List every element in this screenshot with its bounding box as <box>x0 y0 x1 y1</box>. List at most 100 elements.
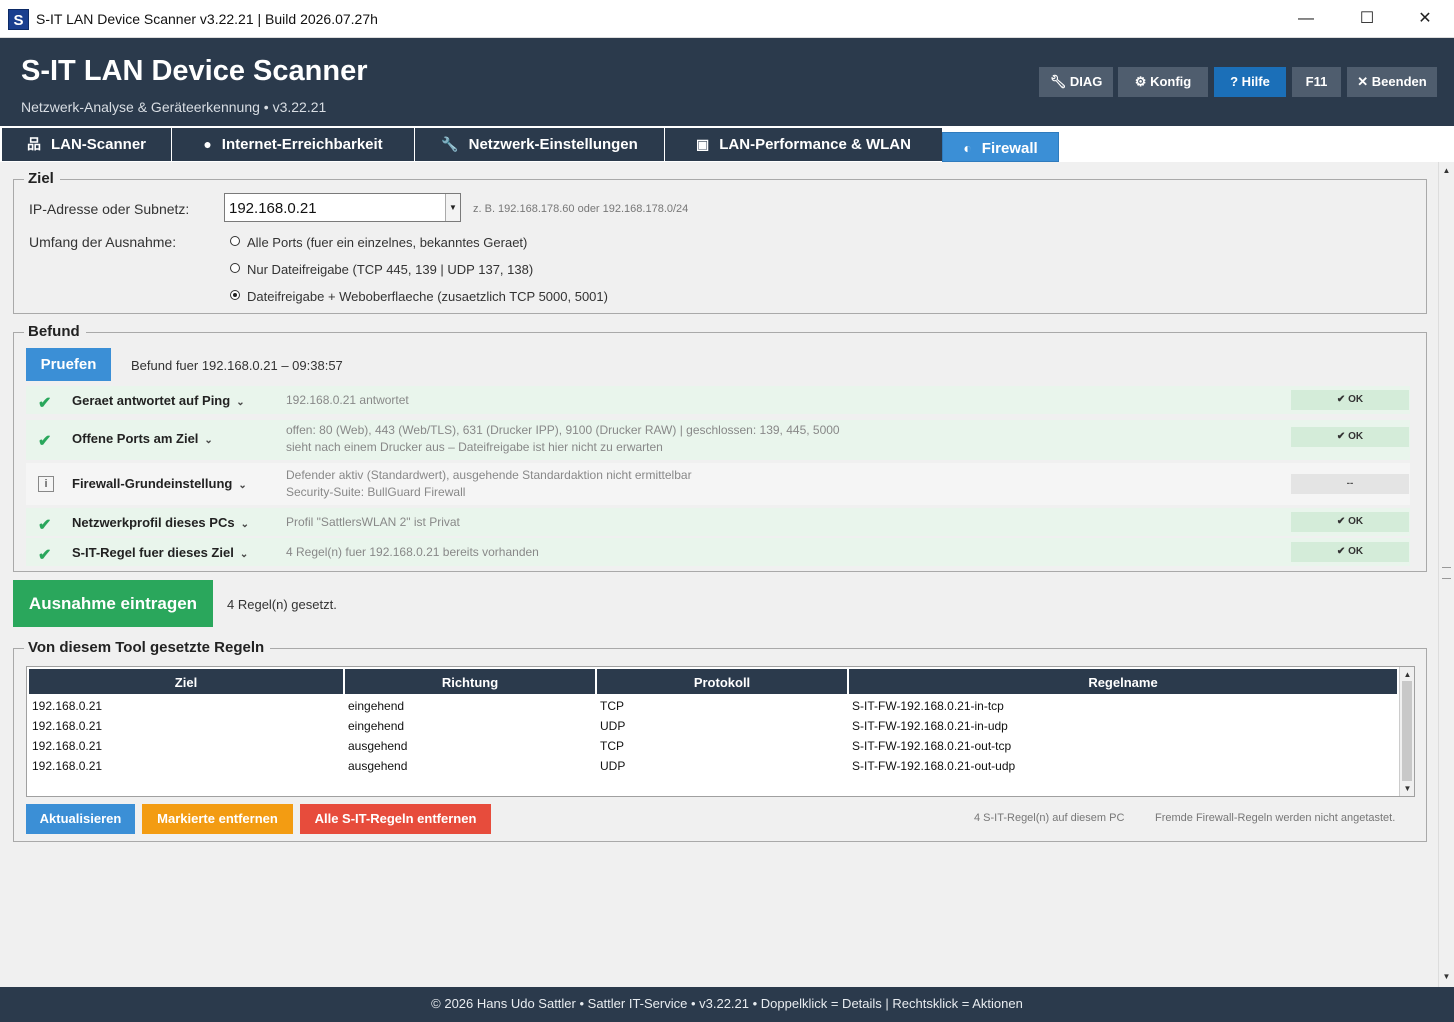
radio-file-sharing[interactable] <box>230 263 240 273</box>
scroll-up-arrow[interactable]: ▲ <box>1400 668 1415 681</box>
cell-regelname: S-IT-FW-192.168.0.21-out-udp <box>852 759 1016 773</box>
column-header-regelname[interactable]: Regelname <box>849 669 1397 694</box>
cell-protokoll: TCP <box>600 739 624 753</box>
finding-title[interactable]: Offene Ports am Ziel ⌄ <box>72 431 213 446</box>
radio-file-sharing-label[interactable]: Nur Dateifreigabe (TCP 445, 139 | UDP 13… <box>247 262 533 277</box>
cell-richtung: ausgehend <box>348 739 408 753</box>
table-row[interactable]: 192.168.0.21 ausgehend UDP S-IT-FW-192.1… <box>27 757 1397 777</box>
radio-file-sharing-web-label[interactable]: Dateifreigabe + Weboberflaeche (zusaetzl… <box>247 289 608 304</box>
column-header-ziel[interactable]: Ziel <box>29 669 343 694</box>
finding-row-network-profile[interactable]: ✔ Netzwerkprofil dieses PCs ⌄ Profil "Sat… <box>26 508 1410 536</box>
chevron-down-icon[interactable]: ▼ <box>445 194 460 221</box>
markierte-entfernen-button[interactable]: Markierte entfernen <box>142 804 293 834</box>
alle-regeln-entfernen-button[interactable]: Alle S-IT-Regeln entfernen <box>300 804 491 834</box>
pruefen-button[interactable]: Pruefen <box>26 348 111 381</box>
finding-detail: 4 Regel(n) fuer 192.168.0.21 bereits vor… <box>286 545 539 559</box>
scroll-up-arrow[interactable]: ▲ <box>1439 164 1454 177</box>
check-icon: ✔ <box>38 395 52 412</box>
chevron-down-icon[interactable]: ⌄ <box>236 397 244 408</box>
ip-input-combobox[interactable]: 192.168.0.21 ▼ <box>224 193 461 222</box>
status-badge-neutral: -- <box>1291 474 1409 494</box>
cell-richtung: eingehend <box>348 699 405 713</box>
cell-richtung: ausgehend <box>348 759 408 773</box>
finding-title[interactable]: Geraet antwortet auf Ping ⌄ <box>72 393 245 408</box>
column-header-richtung[interactable]: Richtung <box>345 669 595 694</box>
konfig-button[interactable]: ⚙ Konfig <box>1118 67 1208 97</box>
finding-detail: 192.168.0.21 antwortet <box>286 393 409 407</box>
cell-ziel: 192.168.0.21 <box>32 759 103 773</box>
app-name: S-IT LAN Device Scanner <box>21 55 368 87</box>
finding-title[interactable]: Netzwerkprofil dieses PCs ⌄ <box>72 515 249 530</box>
shield-icon: ◐ <box>963 140 972 156</box>
tab-internet-erreichbarkeit[interactable]: ● Internet-Erreichbarkeit <box>171 128 414 161</box>
chevron-down-icon[interactable]: ⌄ <box>238 480 246 491</box>
status-footer: © 2026 Hans Udo Sattler • Sattler IT-Ser… <box>0 987 1454 1022</box>
cell-richtung: eingehend <box>348 719 405 733</box>
ip-label: IP-Adresse oder Subnetz: <box>29 201 190 217</box>
finding-detail: Profil "SattlersWLAN 2" ist Privat <box>286 515 460 529</box>
chevron-down-icon[interactable]: ⌄ <box>240 549 248 560</box>
rules-count: 4 S-IT-Regel(n) auf diesem PC <box>974 812 1125 824</box>
radio-all-ports[interactable] <box>230 236 240 246</box>
info-icon: i <box>38 476 54 492</box>
scroll-down-arrow[interactable]: ▼ <box>1439 970 1454 983</box>
check-icon: ✔ <box>38 547 52 564</box>
finding-row-sit-rule[interactable]: ✔ S-IT-Regel fuer dieses Ziel ⌄ 4 Regel(n… <box>26 538 1410 566</box>
finding-title[interactable]: Firewall-Grundeinstellung ⌄ <box>72 476 247 491</box>
finding-row-ports[interactable]: ✔ Offene Ports am Ziel ⌄ offen: 80 (Web),… <box>26 420 1410 460</box>
tab-bar: 品 LAN-Scanner ● Internet-Erreichbarkeit 🔧 N… <box>0 126 1454 162</box>
wrench-icon: 🔧 <box>441 136 459 152</box>
aktualisieren-button[interactable]: Aktualisieren <box>26 804 135 834</box>
table-row[interactable]: 192.168.0.21 eingehend TCP S-IT-FW-192.1… <box>27 697 1397 717</box>
radio-all-ports-label[interactable]: Alle Ports (fuer ein einzelnes, bekannte… <box>247 235 527 250</box>
status-badge-ok: ✔ OK <box>1291 542 1409 562</box>
table-row[interactable]: 192.168.0.21 eingehend UDP S-IT-FW-192.1… <box>27 717 1397 737</box>
apply-status: 4 Regel(n) gesetzt. <box>227 597 337 612</box>
f11-button[interactable]: F11 <box>1292 67 1341 97</box>
tab-firewall[interactable]: ◐ Firewall <box>942 132 1059 162</box>
wrench-icon: 🔧︎ <box>1049 74 1070 89</box>
ziel-group-title: Ziel <box>24 170 60 187</box>
app-header: S-IT LAN Device Scanner Netzwerk-Analyse… <box>0 38 1454 126</box>
finding-row-firewall[interactable]: i Firewall-Grundeinstellung ⌄ Defender ak… <box>26 463 1410 505</box>
scroll-thumb[interactable] <box>1442 567 1451 579</box>
app-subtitle: Netzwerk-Analyse & Geräteerkennung • v3.… <box>21 99 327 115</box>
column-header-protokoll[interactable]: Protokoll <box>597 669 847 694</box>
konfig-button-label: Konfig <box>1150 74 1192 89</box>
minimize-button[interactable]: — <box>1277 0 1335 38</box>
status-badge-ok: ✔ OK <box>1291 427 1409 447</box>
chevron-down-icon[interactable]: ⌄ <box>241 519 249 530</box>
beenden-button-label: Beenden <box>1371 74 1427 89</box>
tab-netzwerk-einstellungen[interactable]: 🔧 Netzwerk-Einstellungen <box>414 128 664 161</box>
radio-file-sharing-web[interactable] <box>230 290 240 300</box>
page-scrollbar[interactable]: ▲ ▼ <box>1438 162 1454 987</box>
cell-protokoll: UDP <box>600 719 626 733</box>
finding-detail: offen: 80 (Web), 443 (Web/TLS), 631 (Dru… <box>286 423 840 454</box>
scroll-thumb[interactable] <box>1402 681 1412 781</box>
finding-title[interactable]: S-IT-Regel fuer dieses Ziel ⌄ <box>72 545 248 560</box>
cell-ziel: 192.168.0.21 <box>32 699 103 713</box>
scope-label: Umfang der Ausnahme: <box>29 234 177 250</box>
tab-lan-performance-wlan[interactable]: ▣ LAN-Performance & WLAN <box>664 128 942 161</box>
scroll-down-arrow[interactable]: ▼ <box>1400 782 1415 795</box>
gear-icon: ⚙ <box>1134 74 1151 89</box>
hilfe-button[interactable]: ? Hilfe <box>1214 67 1286 97</box>
tab-label: Netzwerk-Einstellungen <box>468 136 638 153</box>
check-icon: ✔ <box>38 517 52 534</box>
ausnahme-eintragen-button[interactable]: Ausnahme eintragen <box>13 580 213 627</box>
tab-lan-scanner[interactable]: 品 LAN-Scanner <box>1 128 171 161</box>
table-scrollbar[interactable]: ▲ ▼ <box>1399 667 1414 796</box>
maximize-button[interactable]: ☐ <box>1338 0 1396 38</box>
tab-label: LAN-Performance & WLAN <box>719 136 911 153</box>
close-window-button[interactable]: ✕ <box>1396 0 1454 38</box>
finding-row-ping[interactable]: ✔ Geraet antwortet auf Ping ⌄ 192.168.0.2… <box>26 386 1410 414</box>
beenden-button[interactable]: ✕ Beenden <box>1347 67 1437 97</box>
cell-ziel: 192.168.0.21 <box>32 739 103 753</box>
status-badge-ok: ✔ OK <box>1291 390 1409 410</box>
ip-hint: z. B. 192.168.178.60 oder 192.168.178.0/… <box>473 203 689 215</box>
diag-button[interactable]: 🔧︎ DIAG <box>1039 67 1113 97</box>
chevron-down-icon[interactable]: ⌄ <box>204 435 212 446</box>
table-row[interactable]: 192.168.0.21 ausgehend TCP S-IT-FW-192.1… <box>27 737 1397 757</box>
tab-label: LAN-Scanner <box>50 136 147 153</box>
close-icon: ✕ <box>1357 74 1372 89</box>
